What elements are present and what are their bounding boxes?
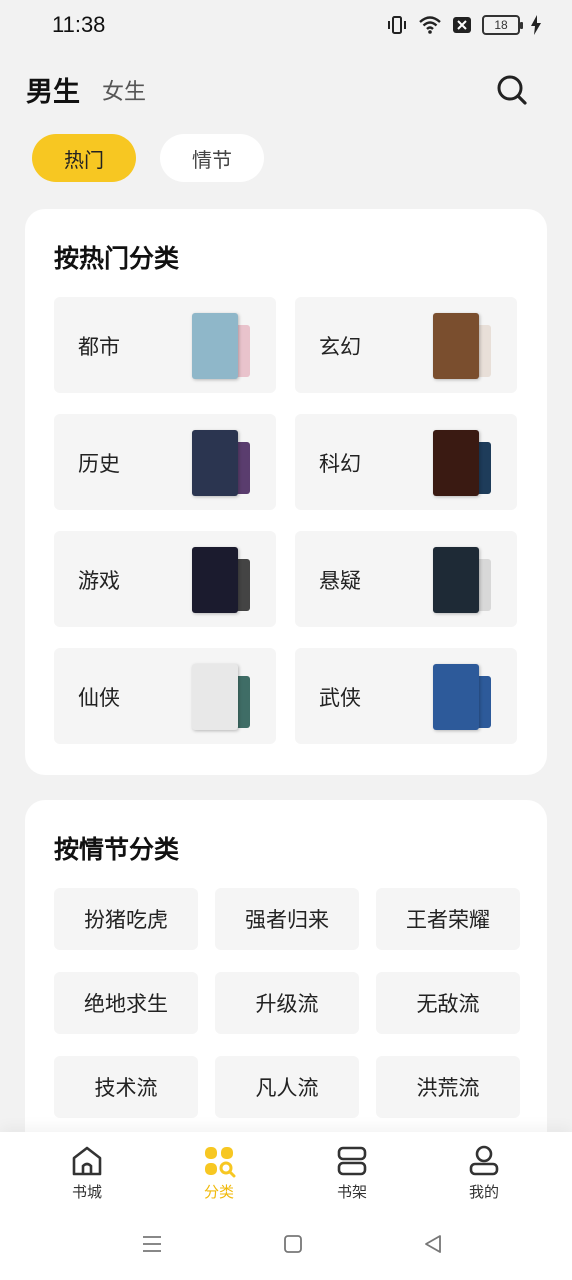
search-button[interactable] — [492, 70, 532, 110]
category-tile[interactable]: 武侠 — [295, 648, 517, 744]
nav-bookstore[interactable]: 书城 — [47, 1144, 127, 1208]
plot-tag[interactable]: 绝地求生 — [54, 972, 198, 1034]
book-cover-image — [192, 430, 238, 496]
category-name: 游戏 — [78, 569, 120, 593]
category-tile[interactable]: 历史 — [54, 414, 276, 510]
book-cover-stack — [192, 547, 250, 613]
category-tile[interactable]: 都市 — [54, 297, 276, 393]
status-icons: 18 — [386, 14, 542, 36]
category-name: 仙侠 — [78, 686, 120, 710]
plot-tag[interactable]: 无敌流 — [376, 972, 520, 1034]
plot-tag[interactable]: 技术流 — [54, 1056, 198, 1118]
book-cover-image — [433, 430, 479, 496]
category-name: 历史 — [78, 452, 120, 476]
system-nav-bar — [0, 1230, 572, 1260]
plot-tag[interactable]: 升级流 — [215, 972, 359, 1034]
bookshelf-icon — [337, 1146, 367, 1176]
nav-label-category: 分类 — [203, 1183, 234, 1201]
status-bar: 11:38 18 — [0, 0, 572, 52]
plot-tag[interactable]: 凡人流 — [215, 1056, 359, 1118]
category-name: 悬疑 — [319, 569, 361, 593]
book-cover-image — [433, 547, 479, 613]
hot-section-title: 按热门分类 — [54, 244, 180, 273]
plot-tag[interactable]: 强者归来 — [215, 888, 359, 950]
category-name: 科幻 — [319, 452, 361, 476]
category-name: 武侠 — [319, 686, 361, 710]
nav-profile[interactable]: 我的 — [444, 1144, 524, 1208]
category-tile[interactable]: 科幻 — [295, 414, 517, 510]
home-square-icon[interactable] — [281, 1232, 305, 1256]
nav-label-bookshelf: 书架 — [336, 1183, 367, 1201]
book-cover-stack — [192, 664, 250, 730]
wifi-icon — [419, 16, 441, 34]
back-icon[interactable] — [421, 1232, 445, 1256]
vibrate-icon — [388, 16, 406, 34]
nav-label-profile: 我的 — [468, 1183, 499, 1201]
nav-bookshelf[interactable]: 书架 — [312, 1144, 392, 1208]
battery-icon: 18 — [482, 15, 523, 35]
category-name: 都市 — [78, 335, 120, 359]
search-icon — [497, 75, 527, 105]
plot-section-title: 按情节分类 — [54, 835, 180, 864]
book-cover-image — [192, 664, 238, 730]
book-cover-stack — [433, 313, 491, 379]
plot-tag-grid: 扮猪吃虎 强者归来 王者荣耀 绝地求生 升级流 无敌流 技术流 凡人流 洪荒流 — [54, 888, 520, 1118]
tab-female[interactable]: 女生 — [102, 74, 146, 106]
no-sim-icon — [453, 17, 471, 33]
book-cover-image — [192, 547, 238, 613]
hot-category-grid: 都市 玄幻历史 科幻游戏 悬疑仙侠 武侠 — [54, 297, 517, 744]
category-tile[interactable]: 仙侠 — [54, 648, 276, 744]
book-cover-stack — [192, 430, 250, 496]
top-nav: 男生 女生 — [0, 64, 572, 114]
menu-icon[interactable] — [140, 1232, 164, 1256]
filter-hot[interactable]: 热门 — [32, 134, 136, 182]
plot-tag[interactable]: 王者荣耀 — [376, 888, 520, 950]
bottom-nav: 书城 分类 书架 我的 — [0, 1132, 572, 1280]
category-icon — [205, 1147, 236, 1178]
category-tile[interactable]: 悬疑 — [295, 531, 517, 627]
plot-tag[interactable]: 洪荒流 — [376, 1056, 520, 1118]
filter-plot[interactable]: 情节 — [160, 134, 264, 182]
status-time: 11:38 — [52, 12, 106, 37]
nav-category[interactable]: 分类 — [179, 1144, 259, 1208]
battery-level: 18 — [494, 18, 508, 32]
category-name: 玄幻 — [319, 335, 361, 359]
nav-label-bookstore: 书城 — [71, 1183, 102, 1201]
profile-icon — [469, 1145, 499, 1176]
filter-row: 热门 情节 — [32, 134, 264, 182]
book-cover-stack — [433, 664, 491, 730]
tab-male[interactable]: 男生 — [26, 70, 80, 109]
plot-tag[interactable]: 扮猪吃虎 — [54, 888, 198, 950]
book-cover-image — [433, 313, 479, 379]
book-cover-stack — [192, 313, 250, 379]
book-cover-image — [192, 313, 238, 379]
book-cover-stack — [433, 547, 491, 613]
book-cover-image — [433, 664, 479, 730]
category-tile[interactable]: 玄幻 — [295, 297, 517, 393]
charging-icon — [531, 15, 541, 35]
home-icon — [72, 1146, 102, 1176]
hot-category-card: 按热门分类 都市 玄幻历史 科幻游戏 悬疑仙侠 武侠 — [25, 209, 547, 775]
category-tile[interactable]: 游戏 — [54, 531, 276, 627]
book-cover-stack — [433, 430, 491, 496]
